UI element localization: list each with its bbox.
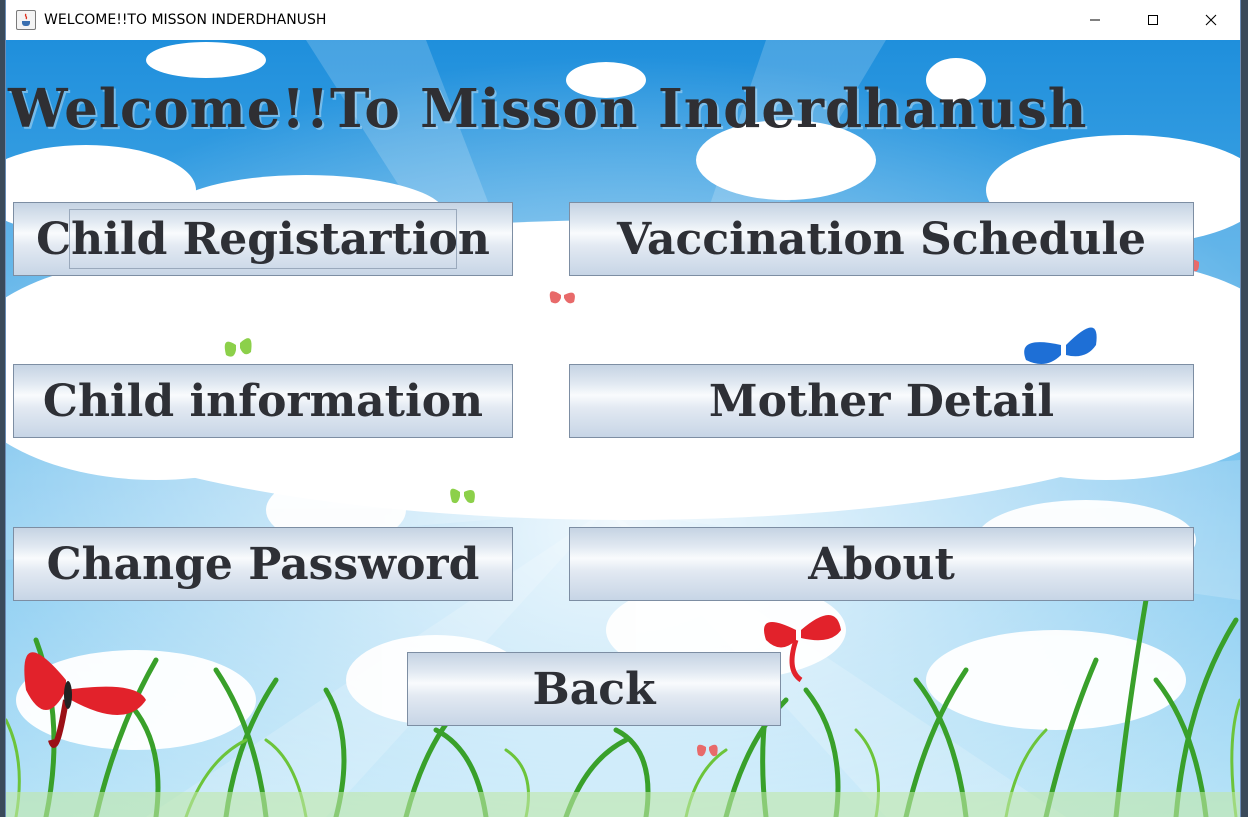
child-information-label: Child information	[42, 375, 484, 427]
window-controls	[1066, 0, 1240, 40]
back-button[interactable]: Back	[407, 652, 781, 726]
vaccination-schedule-button[interactable]: Vaccination Schedule	[569, 202, 1194, 276]
change-password-button[interactable]: Change Password	[13, 527, 513, 601]
close-button[interactable]	[1182, 0, 1240, 40]
app-window: WELCOME!!TO MISSON INDERDHANUSH Welcome!…	[6, 0, 1240, 817]
close-icon	[1205, 14, 1217, 26]
child-information-button[interactable]: Child information	[13, 364, 513, 438]
mother-detail-label: Mother Detail	[708, 375, 1055, 427]
child-registration-label: Child Registartion	[36, 213, 490, 265]
title-bar[interactable]: WELCOME!!TO MISSON INDERDHANUSH	[6, 0, 1240, 40]
minimize-icon	[1090, 19, 1100, 21]
maximize-button[interactable]	[1124, 0, 1182, 40]
window-title: WELCOME!!TO MISSON INDERDHANUSH	[44, 12, 327, 28]
change-password-label: Change Password	[46, 538, 480, 590]
java-app-icon	[16, 10, 36, 30]
maximize-icon	[1148, 15, 1158, 25]
back-label: Back	[532, 663, 656, 715]
page-title: Welcome!!To Misson Inderdhanush	[8, 78, 1088, 140]
about-button[interactable]: About	[569, 527, 1194, 601]
mother-detail-button[interactable]: Mother Detail	[569, 364, 1194, 438]
about-label: About	[808, 538, 955, 590]
child-registration-button[interactable]: Child Registartion	[13, 202, 513, 276]
minimize-button[interactable]	[1066, 0, 1124, 40]
vaccination-schedule-label: Vaccination Schedule	[616, 213, 1147, 265]
main-panel: Welcome!!To Misson Inderdhanush Child Re…	[6, 40, 1240, 817]
